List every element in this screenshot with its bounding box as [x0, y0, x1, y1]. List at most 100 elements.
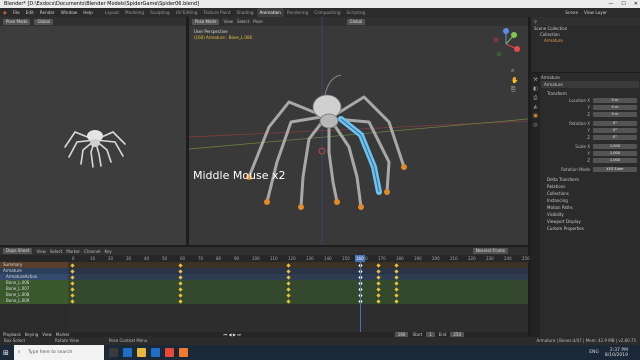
frame-ruler[interactable]: 0 10 20 30 40 50 60 70 80 90 100 110 120 130 140 150 160…	[0, 255, 530, 262]
keyframe[interactable]	[69, 268, 75, 274]
keyframe[interactable]	[285, 292, 291, 298]
panel-custom-properties[interactable]: Custom Properties	[541, 225, 639, 232]
keyframe[interactable]	[285, 274, 291, 280]
editor-mode-dropdown[interactable]: Dope Sheet	[3, 248, 33, 254]
tab-rendering[interactable]: Rendering	[284, 8, 311, 17]
rotation-mode-dropdown[interactable]: XYZ Euler	[593, 167, 637, 172]
keyframe[interactable]	[177, 280, 183, 286]
tab-sculpting[interactable]: Sculpting	[147, 8, 173, 17]
rotation-x-field[interactable]: 0°	[593, 121, 637, 126]
tab-animation[interactable]: Animation	[256, 8, 284, 17]
keyframe[interactable]	[375, 286, 381, 292]
outliner-item-armature[interactable]: Armature	[534, 38, 640, 44]
rotation-z-field[interactable]: 0°	[593, 135, 637, 140]
keyframe[interactable]	[177, 286, 183, 292]
close-button[interactable]: ✕	[634, 0, 638, 8]
keyframe[interactable]	[285, 262, 291, 268]
task-view-icon[interactable]	[109, 348, 118, 357]
chrome-icon[interactable]	[165, 348, 174, 357]
location-x-field[interactable]: 0 m	[593, 98, 637, 103]
panel-collections[interactable]: Collections	[541, 190, 639, 197]
edge-icon[interactable]	[123, 348, 132, 357]
keyframe[interactable]	[177, 298, 183, 304]
spider-model[interactable]	[229, 67, 429, 217]
keyframe[interactable]	[375, 298, 381, 304]
keyframe[interactable]	[177, 268, 183, 274]
camera-viewport[interactable]: Pose Mode Global	[0, 17, 186, 245]
menu-render[interactable]: Render	[37, 8, 58, 17]
tab-compositing[interactable]: Compositing	[311, 8, 343, 17]
keyframe[interactable]	[177, 292, 183, 298]
keyframe[interactable]	[393, 286, 399, 292]
keyframe[interactable]	[285, 268, 291, 274]
scale-z-field[interactable]: 1.000	[593, 158, 637, 163]
transform-panel-title[interactable]: Transform	[541, 90, 639, 97]
panel-viewport-display[interactable]: Viewport Display	[541, 218, 639, 225]
keyframe[interactable]	[69, 286, 75, 292]
keyframe[interactable]	[375, 274, 381, 280]
panel-visibility[interactable]: Visibility	[541, 211, 639, 218]
panel-relations[interactable]: Relations	[541, 183, 639, 190]
scale-y-field[interactable]: 1.000	[593, 151, 637, 156]
keyframe[interactable]	[375, 280, 381, 286]
keyframe[interactable]	[393, 280, 399, 286]
language-indicator[interactable]: ENG	[589, 350, 599, 355]
keyframe[interactable]	[393, 268, 399, 274]
menu-window[interactable]: Window	[58, 8, 81, 17]
keyframe[interactable]	[69, 280, 75, 286]
blender-taskbar-icon[interactable]	[179, 348, 188, 357]
tab-layout[interactable]: Layout	[102, 8, 122, 17]
blender-logo-icon[interactable]: ◉	[0, 8, 10, 17]
left-mode-dropdown[interactable]: Pose Mode	[3, 18, 31, 25]
filter-icon[interactable]: ⚲	[534, 17, 537, 26]
windows-start-icon[interactable]: ⊞	[3, 349, 9, 357]
taskbar-search[interactable]: ⌕ Type here to search	[14, 345, 104, 360]
location-z-field[interactable]: 0 m	[593, 112, 637, 117]
tool-tab-icon[interactable]: ⚒	[533, 77, 537, 83]
explorer-icon[interactable]	[137, 348, 146, 357]
keyframe[interactable]	[285, 298, 291, 304]
current-frame-indicator[interactable]: 160	[355, 255, 365, 262]
view-layer-selector[interactable]: View Layer	[581, 8, 610, 17]
store-icon[interactable]	[151, 348, 160, 357]
panel-instancing[interactable]: Instancing	[541, 197, 639, 204]
menu-help[interactable]: Help	[80, 8, 96, 17]
menu-edit[interactable]: Edit	[23, 8, 37, 17]
panel-delta-transform[interactable]: Delta Transform	[541, 176, 639, 183]
scene-selector[interactable]: Scene	[562, 8, 581, 17]
object-name-field[interactable]: Armature	[541, 81, 639, 88]
maximize-button[interactable]: ☐	[621, 0, 625, 8]
scale-x-field[interactable]: 1.000	[593, 144, 637, 149]
dope-sheet[interactable]: Dope Sheet View Select Marker Channel Ke…	[0, 247, 530, 332]
keyframe[interactable]	[285, 286, 291, 292]
snap-mode-dropdown[interactable]: Nearest Frame	[472, 248, 508, 254]
keyframe[interactable]	[177, 274, 183, 280]
rotation-y-field[interactable]: 0°	[593, 128, 637, 133]
keyframe[interactable]	[285, 280, 291, 286]
keyframe[interactable]	[375, 262, 381, 268]
output-tab-icon[interactable]: ⎙	[533, 95, 537, 101]
tab-shading[interactable]: Shading	[234, 8, 257, 17]
panel-motion-paths[interactable]: Motion Paths	[541, 204, 639, 211]
tab-scripting[interactable]: Scripting	[344, 8, 369, 17]
keyframe[interactable]	[393, 262, 399, 268]
keyframe[interactable]	[393, 292, 399, 298]
scene-tab-icon[interactable]: ◭	[534, 104, 538, 110]
minimize-button[interactable]: —	[608, 0, 613, 8]
keyframe[interactable]	[69, 274, 75, 280]
physics-tab-icon[interactable]: ◎	[533, 122, 537, 128]
playhead-line[interactable]	[360, 262, 361, 332]
keyframe[interactable]	[393, 298, 399, 304]
clock[interactable]: 2:37 PM 8/10/2019	[605, 348, 628, 358]
keyframe[interactable]	[375, 292, 381, 298]
tab-modeling[interactable]: Modeling	[122, 8, 147, 17]
tab-texture-paint[interactable]: Texture Paint	[201, 8, 234, 17]
object-tab-icon[interactable]: ▣	[533, 113, 538, 119]
outliner[interactable]: ⚲ Scene Collection Collection Armature	[531, 17, 640, 72]
keyframe[interactable]	[69, 292, 75, 298]
keyframe-area[interactable]	[68, 262, 528, 332]
keyframe[interactable]	[393, 274, 399, 280]
menu-file[interactable]: File	[10, 8, 23, 17]
properties-editor[interactable]: ⚒ ◧ ⎙ ◭ ▣ ◎ Armature Armature Transform …	[531, 73, 640, 345]
tab-uv-editing[interactable]: UV Editing	[173, 8, 201, 17]
